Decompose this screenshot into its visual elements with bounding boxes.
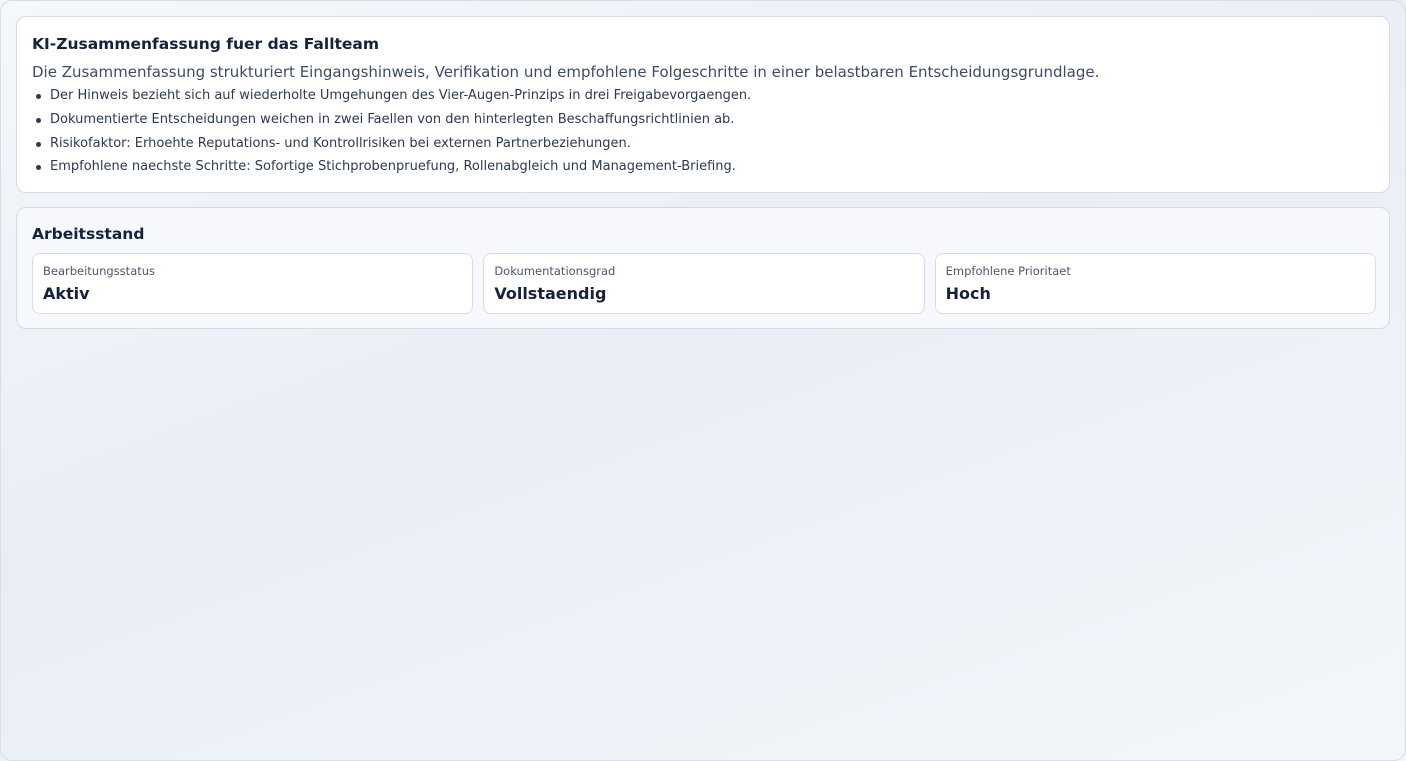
status-tiles: Bearbeitungsstatus Aktiv Dokumentationsg… bbox=[32, 253, 1376, 314]
work-status-card: Arbeitsstand Bearbeitungsstatus Aktiv Do… bbox=[16, 207, 1390, 329]
status-tile-processing: Bearbeitungsstatus Aktiv bbox=[32, 253, 474, 314]
summary-list-item: Risikofaktor: Erhoehte Reputations- und … bbox=[36, 136, 1374, 152]
status-tile-label: Dokumentationsgrad bbox=[494, 264, 616, 278]
summary-lead: Die Zusammenfassung strukturiert Eingang… bbox=[32, 63, 1100, 81]
status-tile-value: Hoch bbox=[945, 284, 991, 303]
summary-title: KI-Zusammenfassung fuer das Fallteam bbox=[32, 35, 380, 53]
status-tile-documentation: Dokumentationsgrad Vollstaendig bbox=[483, 253, 925, 314]
summary-list-item: Dokumentierte Entscheidungen weichen in … bbox=[36, 112, 1374, 128]
status-tile-priority: Empfohlene Prioritaet Hoch bbox=[934, 253, 1376, 314]
status-tile-value: Aktiv bbox=[43, 284, 90, 303]
summary-list-item: Empfohlene naechste Schritte: Sofortige … bbox=[36, 159, 1374, 175]
summary-list-item: Der Hinweis bezieht sich auf wiederholte… bbox=[36, 88, 1374, 104]
status-tile-value: Vollstaendig bbox=[494, 284, 607, 303]
status-tile-label: Bearbeitungsstatus bbox=[43, 264, 156, 278]
status-tile-label: Empfohlene Prioritaet bbox=[945, 264, 1071, 278]
status-title: Arbeitsstand bbox=[32, 225, 145, 243]
summary-list: Der Hinweis bezieht sich auf wiederholte… bbox=[32, 88, 1374, 175]
ai-summary-card: KI-Zusammenfassung fuer das Fallteam Die… bbox=[16, 16, 1390, 193]
